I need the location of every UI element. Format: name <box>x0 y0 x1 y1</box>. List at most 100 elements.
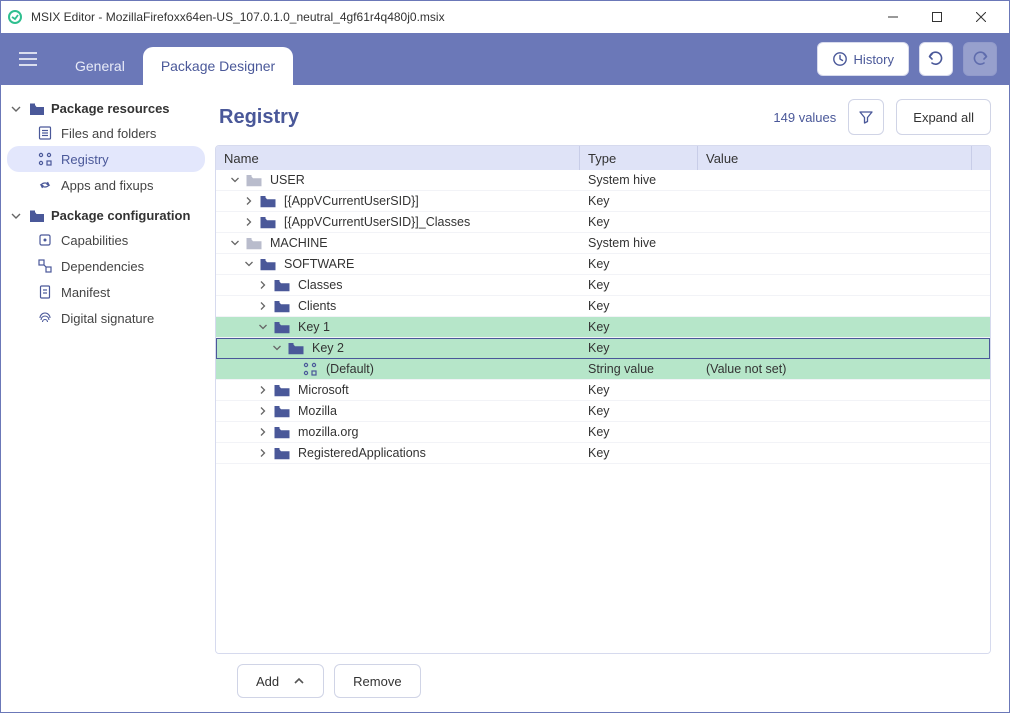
hamburger-menu[interactable] <box>13 44 43 74</box>
close-button[interactable] <box>959 3 1003 31</box>
table-row[interactable]: ClassesKey <box>216 275 990 296</box>
filter-icon <box>858 109 874 125</box>
table-row[interactable]: ClientsKey <box>216 296 990 317</box>
sidebar-item-capabilities[interactable]: Capabilities <box>7 227 205 253</box>
chevron-right-icon[interactable] <box>242 196 256 206</box>
cell-type: Key <box>580 215 698 229</box>
cell-name: mozilla.org <box>216 425 580 439</box>
cell-type: Key <box>580 341 698 355</box>
chevron-down-icon[interactable] <box>228 175 242 185</box>
table-row[interactable]: USERSystem hive <box>216 170 990 191</box>
page-title: Registry <box>219 106 761 129</box>
remove-button[interactable]: Remove <box>334 664 420 698</box>
column-scrollspacer <box>972 146 990 170</box>
cell-type: Key <box>580 320 698 334</box>
cell-name: Microsoft <box>216 383 580 397</box>
maximize-button[interactable] <box>915 3 959 31</box>
folder-icon <box>260 215 276 229</box>
sidebar-header-resources[interactable]: Package resources <box>7 97 205 120</box>
tab-general[interactable]: General <box>57 47 143 85</box>
cell-type: System hive <box>580 236 698 250</box>
registry-value-icon <box>302 362 318 376</box>
chevron-right-icon[interactable] <box>256 427 270 437</box>
table-row[interactable]: MACHINE System hive <box>216 233 990 254</box>
chevron-down-icon[interactable] <box>270 343 284 353</box>
folder-icon <box>274 278 290 292</box>
row-label: Classes <box>298 278 342 292</box>
minimize-button[interactable] <box>871 3 915 31</box>
registry-icon <box>37 151 53 167</box>
sidebar-item-files[interactable]: Files and folders <box>7 120 205 146</box>
cell-name: SOFTWARE <box>216 257 580 271</box>
table-row[interactable]: [{AppVCurrentUserSID}] Key <box>216 191 990 212</box>
row-label: [{AppVCurrentUserSID}] <box>284 194 419 208</box>
cell-type: Key <box>580 257 698 271</box>
row-label: USER <box>270 173 305 187</box>
sidebar-item-registry[interactable]: Registry <box>7 146 205 172</box>
folder-icon <box>274 425 290 439</box>
add-button[interactable]: Add <box>237 664 324 698</box>
chevron-right-icon[interactable] <box>242 217 256 227</box>
chevron-down-icon[interactable] <box>256 322 270 332</box>
main-header: Registry 149 values Expand all <box>215 99 991 135</box>
sidebar-item-dependencies[interactable]: Dependencies <box>7 253 205 279</box>
chevron-down-icon[interactable] <box>242 259 256 269</box>
table-body[interactable]: USERSystem hive[{AppVCurrentUserSID}]Key… <box>216 170 990 653</box>
table-row[interactable]: MicrosoftKey <box>216 380 990 401</box>
cell-name: RegisteredApplications <box>216 446 580 460</box>
registry-table: Name Type Value USERSystem hive[{AppVCur… <box>215 145 991 654</box>
table-row[interactable]: RegisteredApplicationsKey <box>216 443 990 464</box>
folder-icon <box>288 341 304 355</box>
cell-type: Key <box>580 194 698 208</box>
table-row[interactable]: (Default)String value(Value not set) <box>216 359 990 380</box>
folder-icon <box>29 102 45 116</box>
cell-name: Classes <box>216 278 580 292</box>
history-button[interactable]: History <box>817 42 909 76</box>
folder-icon <box>246 236 262 250</box>
sidebar-item-apps[interactable]: Apps and fixups <box>7 172 205 198</box>
chevron-right-icon[interactable] <box>256 448 270 458</box>
chevron-down-icon[interactable] <box>228 238 242 248</box>
folder-icon <box>246 173 262 187</box>
folder-icon <box>260 194 276 208</box>
history-label: History <box>854 52 894 67</box>
folder-icon <box>29 209 45 223</box>
undo-button[interactable] <box>919 42 953 76</box>
apps-icon <box>37 177 53 193</box>
topbar: General Package Designer History <box>1 33 1009 85</box>
table-row[interactable]: [{AppVCurrentUserSID}]_ClassesKey <box>216 212 990 233</box>
row-label: Clients <box>298 299 336 313</box>
folder-icon <box>274 299 290 313</box>
column-type[interactable]: Type <box>580 146 698 170</box>
table-row[interactable]: MozillaKey <box>216 401 990 422</box>
redo-button <box>963 42 997 76</box>
main: Registry 149 values Expand all Name Type… <box>211 85 1009 712</box>
window: MSIX Editor - MozillaFirefoxx64en-US_107… <box>0 0 1010 713</box>
tab-package-designer[interactable]: Package Designer <box>143 47 293 85</box>
sidebar-group-resources: Package resources Files and folders Regi… <box>7 97 205 198</box>
table-row[interactable]: Key 2Key <box>216 338 990 359</box>
cell-name: Key 2 <box>216 341 580 355</box>
chevron-right-icon[interactable] <box>256 385 270 395</box>
table-row[interactable]: SOFTWAREKey <box>216 254 990 275</box>
folder-icon <box>274 446 290 460</box>
cell-type: Key <box>580 383 698 397</box>
table-row[interactable]: mozilla.orgKey <box>216 422 990 443</box>
expand-all-button[interactable]: Expand all <box>896 99 991 135</box>
cell-name: MACHINE <box>216 236 580 250</box>
sidebar-item-signature[interactable]: Digital signature <box>7 305 205 331</box>
column-name[interactable]: Name <box>216 146 580 170</box>
table-header: Name Type Value <box>216 146 990 170</box>
chevron-right-icon[interactable] <box>256 301 270 311</box>
column-value[interactable]: Value <box>698 146 972 170</box>
sidebar-item-manifest[interactable]: Manifest <box>7 279 205 305</box>
row-label: mozilla.org <box>298 425 358 439</box>
cell-value: (Value not set) <box>698 362 990 376</box>
titlebar: MSIX Editor - MozillaFirefoxx64en-US_107… <box>1 1 1009 33</box>
chevron-right-icon[interactable] <box>256 406 270 416</box>
filter-button[interactable] <box>848 99 884 135</box>
chevron-right-icon[interactable] <box>256 280 270 290</box>
row-label: MACHINE <box>270 236 328 250</box>
sidebar-header-config[interactable]: Package configuration <box>7 204 205 227</box>
table-row[interactable]: Key 1Key <box>216 317 990 338</box>
